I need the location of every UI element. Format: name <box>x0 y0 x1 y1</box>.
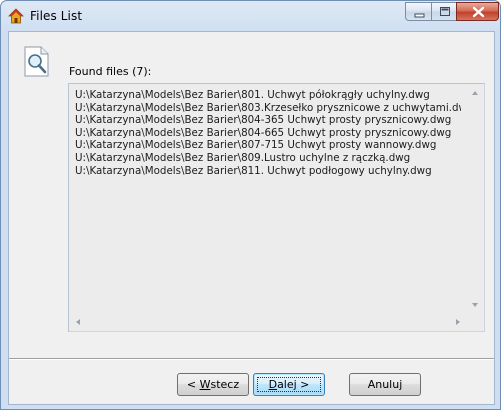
title-bar[interactable]: Files List <box>1 1 500 31</box>
close-icon <box>472 6 485 18</box>
list-item[interactable]: U:\Katarzyna\Models\Bez Barier\804-665 U… <box>75 127 461 140</box>
maximize-button[interactable] <box>431 2 457 21</box>
minimize-icon <box>414 13 425 18</box>
back-button-accel: W <box>199 378 211 391</box>
scroll-up-arrow-icon[interactable] <box>472 91 478 95</box>
window-title: Files List <box>30 9 83 23</box>
back-button[interactable]: < Wstecz <box>177 373 249 396</box>
back-button-rest: stecz <box>210 378 240 391</box>
scroll-left-arrow-icon[interactable] <box>76 319 80 325</box>
found-files-text: Found files <box>69 65 129 78</box>
file-list: U:\Katarzyna\Models\Bez Barier\801. Uchw… <box>75 89 461 177</box>
files-list-window: Files List Found files (7): U:\Katarzyna… <box>0 0 501 410</box>
scroll-right-arrow-icon[interactable] <box>456 319 460 325</box>
scroll-down-arrow-icon[interactable] <box>472 303 478 307</box>
file-list-box[interactable]: U:\Katarzyna\Models\Bez Barier\801. Uchw… <box>68 83 485 332</box>
document-magnifier-icon <box>23 46 51 78</box>
next-button[interactable]: Dalej > <box>253 373 325 396</box>
list-item[interactable]: U:\Katarzyna\Models\Bez Barier\803.Krzes… <box>75 102 461 115</box>
back-button-prefix: < <box>186 378 200 391</box>
divider <box>9 358 494 360</box>
horizontal-scrollbar[interactable] <box>69 314 467 331</box>
found-files-count: (7): <box>132 65 152 78</box>
maximize-icon <box>440 7 450 16</box>
scroll-corner <box>467 314 484 331</box>
cancel-button[interactable]: Anuluj <box>349 373 421 396</box>
house-icon <box>8 8 24 24</box>
list-item[interactable]: U:\Katarzyna\Models\Bez Barier\807-715 U… <box>75 139 461 152</box>
dialog-client-area: Found files (7): U:\Katarzyna\Models\Bez… <box>8 31 495 405</box>
list-item[interactable]: U:\Katarzyna\Models\Bez Barier\804-365 U… <box>75 114 461 127</box>
found-files-label: Found files (7): <box>69 65 151 78</box>
list-item[interactable]: U:\Katarzyna\Models\Bez Barier\801. Uchw… <box>75 89 461 102</box>
minimize-button[interactable] <box>405 2 432 21</box>
list-item[interactable]: U:\Katarzyna\Models\Bez Barier\811. Uchw… <box>75 165 461 178</box>
close-button[interactable] <box>456 2 499 21</box>
vertical-scrollbar[interactable] <box>467 84 484 314</box>
list-item[interactable]: U:\Katarzyna\Models\Bez Barier\809.Lustr… <box>75 152 461 165</box>
focus-rectangle <box>257 377 321 392</box>
